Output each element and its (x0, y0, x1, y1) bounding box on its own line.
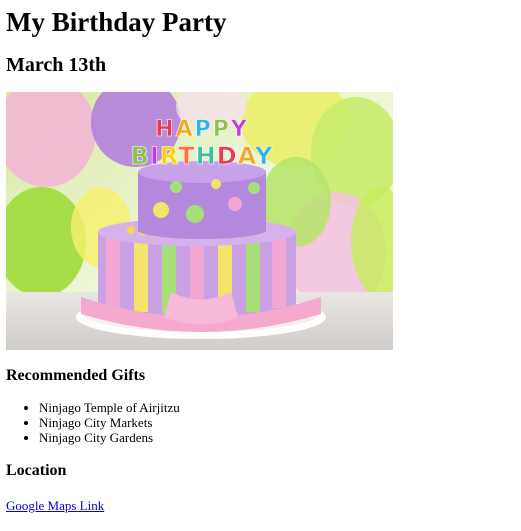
birthday-cake-image: HAPPY BIRTHDAY (6, 92, 393, 350)
candle-letters: HAPPY (155, 117, 249, 142)
google-maps-link[interactable]: Google Maps Link (6, 498, 104, 513)
page-content: My Birthday Party March 13th HAPPY BIRTH… (0, 6, 521, 515)
gifts-heading: Recommended Gifts (6, 367, 146, 384)
list-item: Ninjago Temple of Airjitzu (39, 400, 515, 415)
page-title: My Birthday Party (6, 7, 227, 37)
list-item: Ninjago City Gardens (39, 430, 515, 445)
list-item: Ninjago City Markets (39, 415, 515, 430)
gift-list: Ninjago Temple of Airjitzu Ninjago City … (6, 400, 515, 445)
party-date: March 13th (6, 54, 107, 76)
candle-letters: BIRTHDAY (131, 142, 274, 170)
location-heading: Location (6, 462, 67, 479)
